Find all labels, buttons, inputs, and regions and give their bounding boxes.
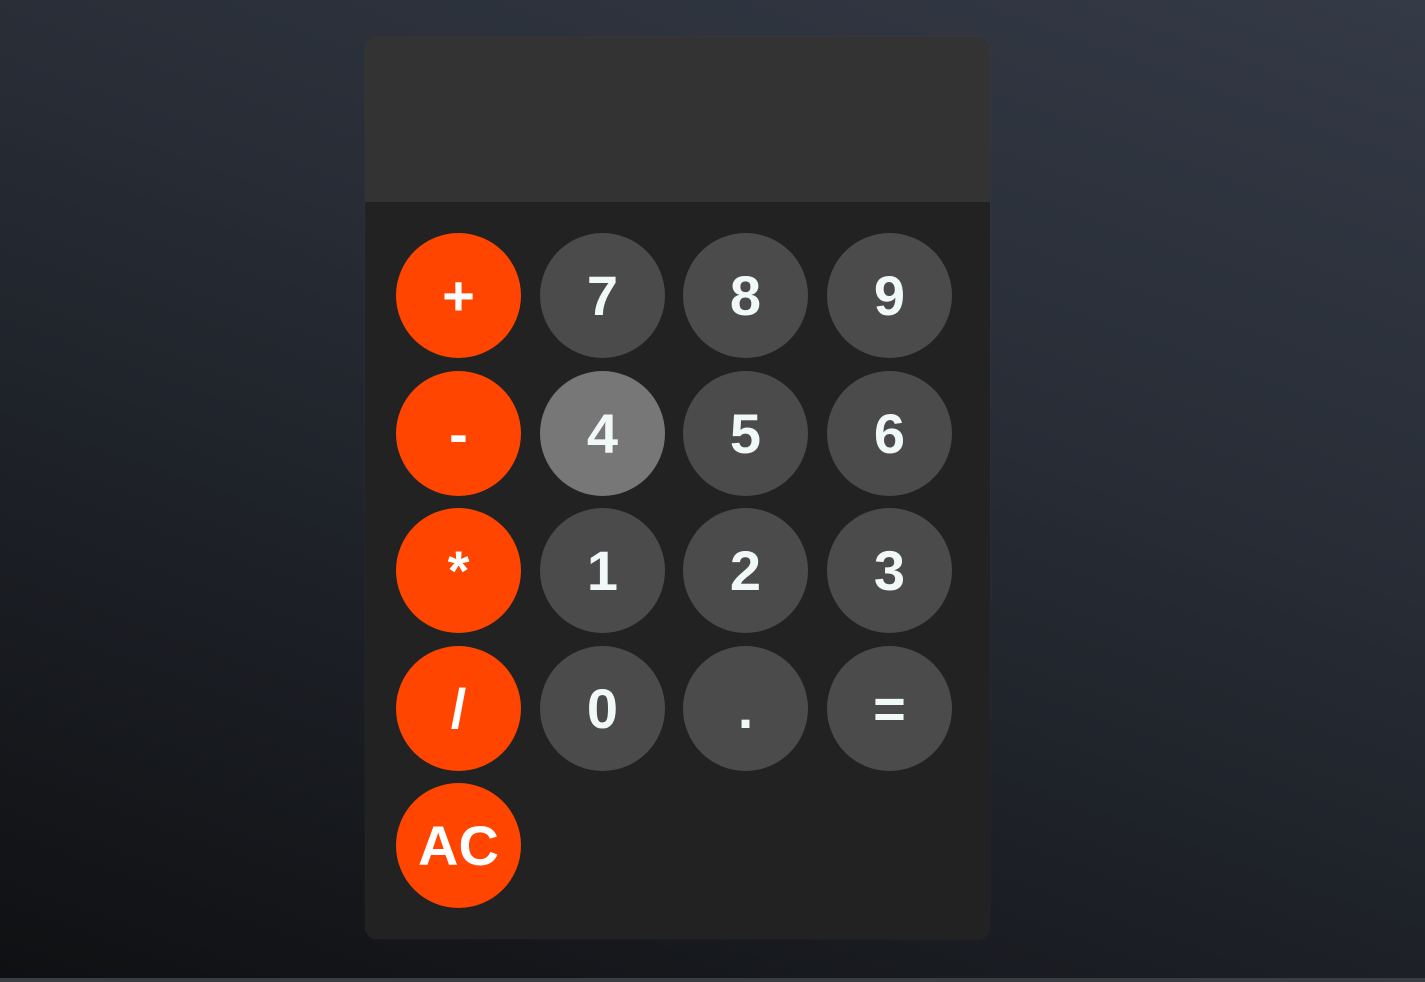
multiply-button[interactable]: * (396, 508, 521, 633)
calculator-display (365, 37, 990, 202)
digit-1-button[interactable]: 1 (540, 508, 665, 633)
minus-button[interactable]: - (396, 371, 521, 496)
window-bottom-border (0, 978, 1425, 982)
digit-0-button[interactable]: 0 (540, 646, 665, 771)
calculator: + 7 8 9 - 4 5 6 * 1 2 3 / 0 . = AC (365, 37, 990, 939)
digit-4-button[interactable]: 4 (540, 371, 665, 496)
digit-7-button[interactable]: 7 (540, 233, 665, 358)
equals-button[interactable]: = (827, 646, 952, 771)
plus-button[interactable]: + (396, 233, 521, 358)
digit-8-button[interactable]: 8 (683, 233, 808, 358)
digit-5-button[interactable]: 5 (683, 371, 808, 496)
digit-9-button[interactable]: 9 (827, 233, 952, 358)
digit-6-button[interactable]: 6 (827, 371, 952, 496)
digit-3-button[interactable]: 3 (827, 508, 952, 633)
decimal-button[interactable]: . (683, 646, 808, 771)
divide-button[interactable]: / (396, 646, 521, 771)
calculator-keypad: + 7 8 9 - 4 5 6 * 1 2 3 / 0 . = AC (365, 202, 990, 939)
all-clear-button[interactable]: AC (396, 783, 521, 908)
digit-2-button[interactable]: 2 (683, 508, 808, 633)
